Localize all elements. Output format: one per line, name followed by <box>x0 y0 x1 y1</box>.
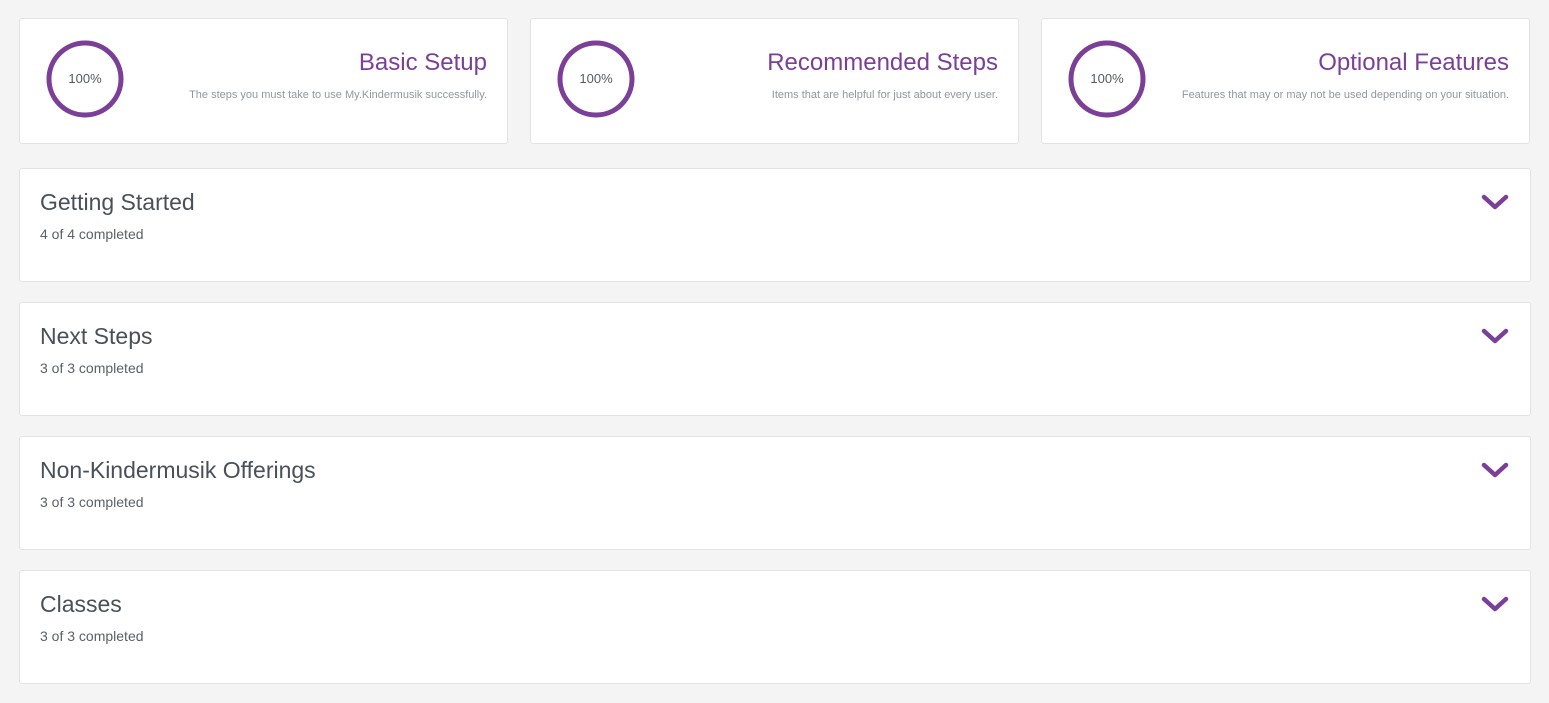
summary-title: Recommended Steps <box>767 49 998 76</box>
section-progress-text: 4 of 4 completed <box>40 226 144 242</box>
progress-ring: 100% <box>46 40 124 118</box>
summary-description: The steps you must take to use My.Kinder… <box>189 89 487 101</box>
chevron-down-icon[interactable] <box>1480 459 1510 481</box>
section-title: Next Steps <box>40 323 153 349</box>
section-next-steps[interactable]: Next Steps 3 of 3 completed <box>19 302 1531 416</box>
progress-percent: 100% <box>579 71 613 86</box>
section-classes[interactable]: Classes 3 of 3 completed <box>19 570 1531 684</box>
section-progress-text: 3 of 3 completed <box>40 360 144 376</box>
progress-ring: 100% <box>1068 40 1146 118</box>
section-title: Non-Kindermusik Offerings <box>40 457 316 483</box>
summary-description: Features that may or may not be used dep… <box>1181 89 1509 101</box>
summary-card-optional-features: 100% Optional Features Features that may… <box>1041 18 1530 144</box>
section-title: Getting Started <box>40 189 195 215</box>
summary-description: Items that are helpful for just about ev… <box>771 89 998 101</box>
progress-percent: 100% <box>1090 71 1124 86</box>
section-title: Classes <box>40 591 122 617</box>
section-progress-text: 3 of 3 completed <box>40 494 144 510</box>
summary-title: Optional Features <box>1318 49 1509 76</box>
chevron-down-icon[interactable] <box>1480 325 1510 347</box>
summary-card-basic-setup: 100% Basic Setup The steps you must take… <box>19 18 508 144</box>
chevron-down-icon[interactable] <box>1480 593 1510 615</box>
summary-title: Basic Setup <box>358 49 487 76</box>
summary-cards-row: 100% Basic Setup The steps you must take… <box>19 18 1531 146</box>
section-getting-started[interactable]: Getting Started 4 of 4 completed <box>19 168 1531 282</box>
section-progress-text: 3 of 3 completed <box>40 628 144 644</box>
onboarding-checklist-page: 100% Basic Setup The steps you must take… <box>0 0 1549 703</box>
summary-card-recommended-steps: 100% Recommended Steps Items that are he… <box>530 18 1019 144</box>
chevron-down-icon[interactable] <box>1480 191 1510 213</box>
progress-ring: 100% <box>557 40 635 118</box>
section-non-kindermusik-offerings[interactable]: Non-Kindermusik Offerings 3 of 3 complet… <box>19 436 1531 550</box>
progress-percent: 100% <box>68 71 102 86</box>
